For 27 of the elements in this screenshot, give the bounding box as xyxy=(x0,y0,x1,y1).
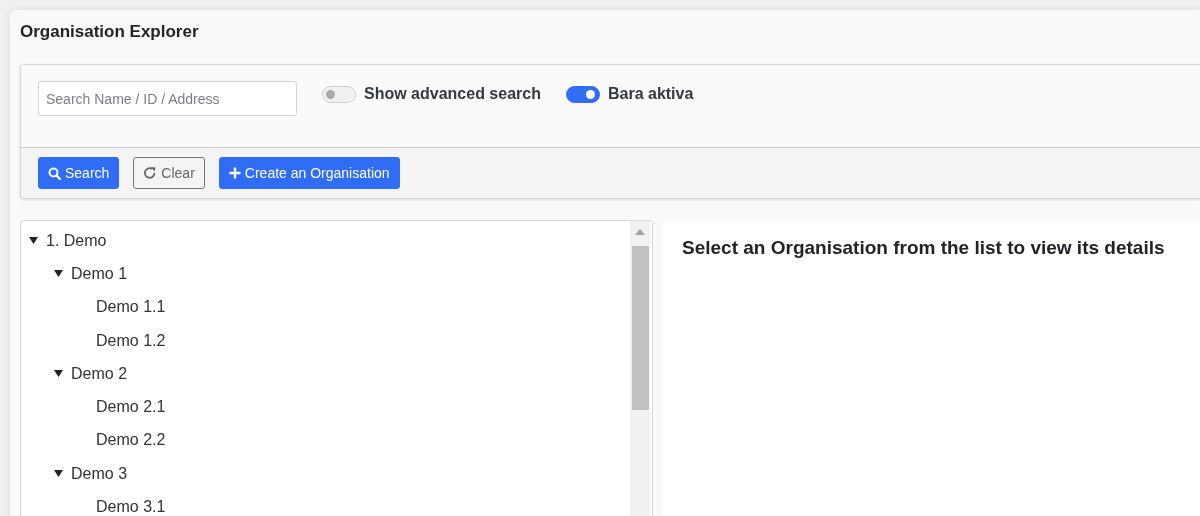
search-button[interactable]: Search xyxy=(38,157,120,189)
tree-item[interactable]: Demo 2.1 xyxy=(96,398,166,417)
tree-item[interactable]: 1. Demo xyxy=(46,231,107,250)
caret-icon[interactable] xyxy=(54,270,63,278)
redo-icon xyxy=(143,166,158,180)
caret-icon[interactable] xyxy=(29,237,38,245)
toggle-switch[interactable] xyxy=(322,85,356,103)
caret-icon[interactable] xyxy=(54,470,63,478)
caret-icon[interactable] xyxy=(54,370,63,378)
tree-item[interactable]: Demo 3.1 xyxy=(96,498,166,516)
tree-item[interactable]: Demo 1.2 xyxy=(96,331,166,350)
search-field[interactable]: Search Name / ID / Address xyxy=(38,81,297,116)
tree-item[interactable]: Demo 3 xyxy=(71,464,128,483)
create-button[interactable]: Create an Organisation xyxy=(218,157,400,189)
search-icon xyxy=(48,166,61,180)
tree-item[interactable]: Demo 2.2 xyxy=(96,431,166,450)
scrollbar[interactable] xyxy=(630,221,650,516)
tree-item[interactable]: Demo 2 xyxy=(71,364,128,383)
toggle-switch[interactable] xyxy=(565,85,600,103)
plus-icon xyxy=(228,167,241,179)
clear-button[interactable]: Clear xyxy=(133,157,205,189)
tree-item[interactable]: Demo 1 xyxy=(71,264,128,283)
page-title: Organisation Explorer xyxy=(20,21,199,43)
toggle-label: Show advanced search xyxy=(364,85,541,103)
details-message: Select an Organisation from the list to view its details xyxy=(682,237,1166,259)
toggle-label: Bara aktiva xyxy=(607,85,694,103)
tree-item[interactable]: Demo 1.1 xyxy=(96,298,166,317)
